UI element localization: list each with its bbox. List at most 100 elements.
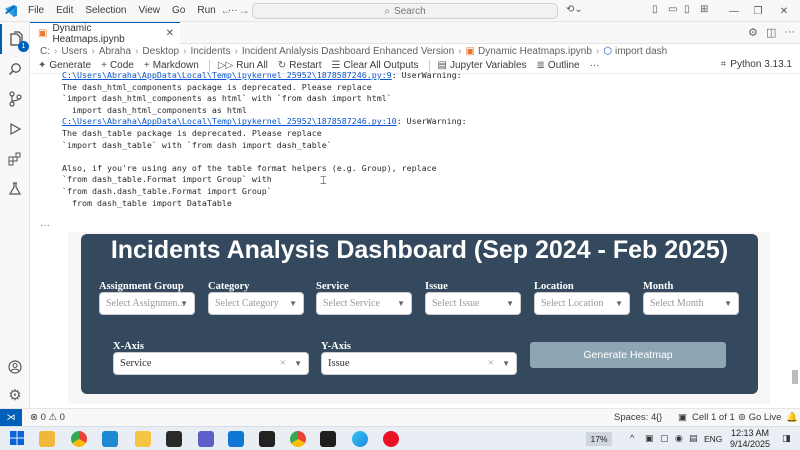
kernel-picker[interactable]: ⌗ Python 3.13.1 — [721, 59, 792, 70]
breadcrumb-item[interactable]: C: — [40, 46, 50, 57]
sticky-notes-icon[interactable] — [135, 431, 151, 447]
dashboard-title: Incidents Analysis Dashboard (Sep 2024 -… — [110, 236, 729, 264]
search-sidebar-icon[interactable] — [0, 54, 30, 84]
run-debug-icon[interactable] — [0, 114, 30, 144]
tab-dynamic-heatmaps[interactable]: ▣ Dynamic Heatmaps.ipynb ✕ — [30, 22, 180, 45]
problems-indicator[interactable]: ⊗ 0 ⚠ 0 — [30, 412, 65, 423]
teams-icon[interactable] — [198, 431, 214, 447]
chevron-right-icon: › — [91, 45, 95, 57]
tray-indicator[interactable]: 17% — [586, 432, 612, 446]
menu-selection[interactable]: Selection — [79, 5, 132, 16]
sparkle-icon: ✦ — [38, 60, 47, 71]
cell-output-more[interactable]: ··· — [40, 220, 50, 231]
back-arrow-icon[interactable]: ← — [216, 3, 236, 17]
menu-edit[interactable]: Edit — [50, 5, 79, 16]
explorer-icon[interactable]: 1 — [0, 24, 30, 54]
generate-heatmap-button[interactable]: Generate Heatmap — [530, 342, 726, 368]
terminal-icon[interactable] — [320, 431, 336, 447]
windows-start-icon[interactable] — [10, 431, 26, 447]
app-icon[interactable] — [259, 431, 275, 447]
tray-overflow-icon[interactable]: ^ — [630, 433, 634, 443]
chevron-down-icon: ▼ — [294, 359, 302, 368]
menu-file[interactable]: File — [22, 5, 50, 16]
toggle-panel-icon[interactable]: ▭ — [668, 4, 677, 15]
tray-app-icon[interactable]: ▣ — [645, 433, 654, 444]
testing-icon[interactable] — [0, 174, 30, 204]
select-placeholder: Select Location — [541, 298, 604, 309]
tray-app-icon[interactable]: ▤ — [689, 433, 698, 444]
more-actions-icon[interactable]: ··· — [784, 26, 795, 38]
forward-arrow-icon[interactable]: → — [234, 3, 254, 17]
settings-gear-icon[interactable]: ⚙ — [0, 380, 30, 410]
file-explorer-icon[interactable] — [39, 431, 55, 447]
filter-label-assignment-group: Assignment Group — [99, 281, 184, 292]
breadcrumb-item[interactable]: Incidents — [190, 46, 230, 57]
clock[interactable]: 12:13 AM 9/14/2025 — [724, 428, 776, 450]
app-icon[interactable] — [166, 431, 182, 447]
language-indicator[interactable]: ENG — [704, 434, 722, 444]
menu-go[interactable]: Go — [166, 5, 191, 16]
service-select[interactable]: Select Service ▼ — [316, 292, 412, 315]
output-line: `from dash.dash_table.Format import Grou… — [62, 185, 272, 196]
category-select[interactable]: Select Category ▼ — [208, 292, 304, 315]
customize-layout-icon[interactable]: ⊞ — [700, 4, 708, 15]
close-tab-icon[interactable]: ✕ — [166, 28, 174, 39]
go-live-button[interactable]: ⊚ Go Live — [738, 412, 781, 423]
menu-view[interactable]: View — [133, 5, 167, 16]
clear-icon[interactable]: × — [488, 357, 494, 369]
x-axis-select[interactable]: Service × ▼ — [113, 352, 309, 375]
braces-status[interactable]: {} — [656, 412, 662, 423]
split-editor-icon[interactable]: ◫ — [766, 26, 776, 39]
vscode-taskbar-icon[interactable] — [102, 431, 118, 447]
notifications-bell-icon[interactable]: 🔔 — [786, 412, 798, 423]
y-axis-select[interactable]: Issue × ▼ — [321, 352, 517, 375]
edge-icon[interactable] — [352, 431, 368, 447]
recording-icon[interactable] — [383, 431, 399, 447]
breadcrumb-item[interactable]: Users — [61, 46, 87, 57]
cell-output: C:\Users\Abraha\AppData\Local\Temp\ipyke… — [62, 70, 762, 209]
copilot-icon[interactable]: ⟲⌄ — [566, 4, 583, 15]
toggle-secondary-sidebar-icon[interactable]: ▯ — [684, 4, 690, 15]
editor-scrollbar[interactable] — [792, 370, 798, 384]
search-placeholder: Search — [393, 5, 426, 17]
location-select[interactable]: Select Location ▼ — [534, 292, 630, 315]
tray-app-icon[interactable]: ▢ — [660, 433, 669, 444]
broadcast-icon: ⊚ — [738, 412, 749, 423]
breadcrumb-item[interactable]: Desktop — [142, 46, 179, 57]
toggle-sidebar-icon[interactable]: ▯ — [652, 4, 658, 15]
breadcrumb-item[interactable]: Dynamic Heatmaps.ipynb — [478, 46, 592, 57]
chrome-profile-icon[interactable] — [290, 431, 306, 447]
traceback-link[interactable]: C:\Users\Abraha\AppData\Local\Temp\ipyke… — [62, 116, 397, 126]
traceback-link[interactable]: C:\Users\Abraha\AppData\Local\Temp\ipyke… — [62, 70, 392, 80]
settings-icon[interactable]: ⚙ — [748, 26, 758, 39]
cell-position-status[interactable]: Cell 1 of 1 — [692, 412, 735, 423]
account-icon[interactable] — [0, 352, 30, 382]
command-search-box[interactable]: ⌕ Search — [252, 3, 558, 19]
breadcrumb-item[interactable]: Incident Anlalysis Dashboard Enhanced Ve… — [242, 46, 454, 57]
tray-app-icon[interactable]: ◉ — [675, 433, 683, 444]
outlook-icon[interactable] — [228, 431, 244, 447]
indentation-status[interactable]: Spaces: 4 — [614, 412, 656, 423]
extensions-icon[interactable] — [0, 144, 30, 174]
clock-date: 9/14/2025 — [729, 439, 771, 449]
remote-indicator-icon[interactable]: ⋊ — [0, 408, 22, 427]
clear-icon[interactable]: × — [280, 357, 286, 369]
notification-icon[interactable]: ◨ — [782, 433, 791, 444]
source-control-icon[interactable] — [0, 84, 30, 114]
month-select[interactable]: Select Month ▼ — [643, 292, 739, 315]
assignment-group-select[interactable]: Select Assignmen... ▼ — [99, 292, 195, 315]
output-line: `from dash_table.Format import Group` wi… — [62, 174, 272, 185]
filter-label-location: Location — [534, 281, 574, 292]
filter-label-issue: Issue — [425, 281, 448, 292]
breadcrumb-item[interactable]: Abraha — [99, 46, 131, 57]
close-window-icon[interactable]: ✕ — [772, 0, 796, 22]
restore-icon[interactable]: ❐ — [746, 0, 770, 22]
breadcrumb-item[interactable]: import dash — [615, 46, 667, 57]
issue-select[interactable]: Select Issue ▼ — [425, 292, 521, 315]
output-line: import dash_html_components as html — [62, 104, 247, 115]
tab-label: Dynamic Heatmaps.ipynb — [52, 22, 125, 45]
minimize-icon[interactable]: — — [722, 0, 746, 22]
chrome-icon[interactable] — [71, 431, 87, 447]
chevron-down-icon: ▼ — [724, 299, 732, 308]
